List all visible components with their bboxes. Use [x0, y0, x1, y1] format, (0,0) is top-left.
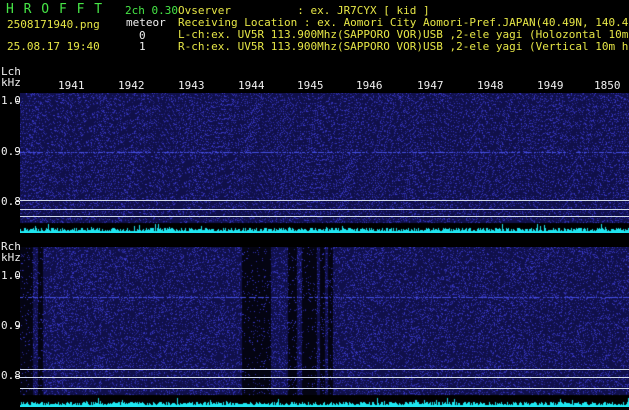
rch-axis-tick — [16, 326, 20, 327]
time-tick: 1946 — [356, 79, 383, 92]
lch-setup-line: L-ch:ex. UV5R 113.900Mhz(SAPPORO VOR)USB… — [178, 28, 629, 41]
rch-setup-line: R-ch:ex. UV5R 113.900Mhz(SAPPORO VOR)USB… — [178, 40, 629, 53]
lch-spectrogram-canvas — [20, 93, 629, 233]
lch-spectrogram — [20, 93, 629, 233]
lch-unit-label: kHz — [1, 76, 21, 89]
rch-spectrogram — [20, 247, 629, 407]
lch-axis-tick — [16, 101, 20, 102]
time-tick: 1949 — [537, 79, 564, 92]
lch-reference-line — [20, 216, 629, 217]
rch-reference-line — [20, 377, 629, 378]
observer-line: Ovserver : ex. JR7CYX [ kid ] — [178, 4, 430, 17]
time-tick: 1944 — [238, 79, 265, 92]
lch-reference-line — [20, 200, 629, 201]
meteor-label: meteor — [126, 16, 166, 29]
rch-reference-line — [20, 388, 629, 389]
rch-axis-tick — [16, 376, 20, 377]
meteor-count-rch: 1 — [139, 40, 146, 53]
time-tick: 1850 — [594, 79, 621, 92]
hroft-window: { "header": { "app_title": "H R O F F T"… — [0, 0, 629, 410]
rch-spectrogram-canvas — [20, 247, 629, 407]
file-name: 2508171940.png — [7, 18, 100, 31]
lch-reference-line — [20, 209, 629, 210]
date-time: 25.08.17 19:40 — [7, 40, 100, 53]
location-line: Receiving Location : ex. Aomori City Aom… — [178, 16, 629, 29]
rch-unit-label: kHz — [1, 251, 21, 264]
time-tick: 1943 — [178, 79, 205, 92]
lch-axis-tick — [16, 201, 20, 202]
mode-label: 2ch 0.30 — [125, 4, 178, 17]
time-tick: 1947 — [417, 79, 444, 92]
time-tick: 1941 — [58, 79, 85, 92]
time-tick: 1945 — [297, 79, 324, 92]
rch-axis-tick — [16, 276, 20, 277]
time-tick: 1948 — [477, 79, 504, 92]
lch-axis-tick — [16, 151, 20, 152]
rch-reference-line — [20, 369, 629, 370]
app-title: H R O F F T — [6, 2, 104, 17]
time-tick: 1942 — [118, 79, 145, 92]
